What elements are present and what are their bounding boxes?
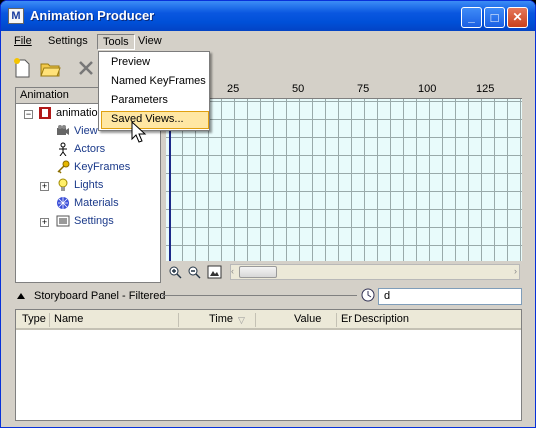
light-bulb-icon xyxy=(58,178,68,191)
settings-list-icon xyxy=(56,215,70,227)
app-window: M Animation Producer _ □ ✕ File Settings… xyxy=(0,0,536,428)
horizontal-scrollbar[interactable]: ‹ › xyxy=(230,264,520,280)
material-sphere-icon xyxy=(57,197,69,209)
sort-indicator-icon: ▽ xyxy=(238,315,245,325)
clock-icon[interactable] xyxy=(361,288,375,302)
menu-item-preview[interactable]: Preview xyxy=(101,54,209,72)
tree-node-label: View xyxy=(74,125,98,137)
column-header-description[interactable]: Description xyxy=(354,313,409,325)
window-title: Animation Producer xyxy=(30,8,155,23)
ruler-label: 125 xyxy=(476,83,495,95)
column-header-time[interactable]: Time xyxy=(209,313,233,325)
filter-input[interactable]: d xyxy=(378,288,522,305)
menu-file[interactable]: File xyxy=(9,34,37,50)
menu-item-label: Named KeyFrames xyxy=(111,75,206,87)
divider xyxy=(49,313,50,327)
column-header-er[interactable]: Er xyxy=(341,313,352,325)
tools-dropdown-menu: Preview Named KeyFrames Parameters Saved… xyxy=(98,51,210,131)
actor-icon xyxy=(59,142,67,156)
collapse-triangle-icon[interactable] xyxy=(16,292,26,300)
ruler-label: 75 xyxy=(357,83,370,95)
app-icon: M xyxy=(8,8,24,24)
tree-node-label: Materials xyxy=(74,197,119,209)
tree-node-label: Actors xyxy=(74,143,106,155)
menu-settings[interactable]: Settings xyxy=(43,34,93,50)
menu-settings-label: Settings xyxy=(48,35,88,47)
menu-tools[interactable]: Tools xyxy=(97,34,135,50)
menu-view[interactable]: View xyxy=(133,34,167,50)
menu-item-label: Parameters xyxy=(111,94,168,106)
tree-node-label: animation xyxy=(56,107,104,119)
zoom-out-icon[interactable] xyxy=(187,265,201,279)
menu-item-parameters[interactable]: Parameters xyxy=(101,92,209,110)
zoom-in-icon[interactable] xyxy=(168,265,182,279)
close-button[interactable]: ✕ xyxy=(507,7,528,28)
film-icon xyxy=(39,107,51,119)
camera-icon xyxy=(57,125,69,135)
column-header-value[interactable]: Value xyxy=(294,313,321,325)
delete-icon[interactable] xyxy=(75,57,97,79)
storyboard-table: Type Name Time ▽ Value Er Description xyxy=(15,309,522,421)
menu-file-label: File xyxy=(14,35,32,47)
ruler-label: 100 xyxy=(418,83,437,95)
timeline-grid[interactable] xyxy=(166,99,522,261)
open-folder-icon[interactable] xyxy=(39,57,61,79)
column-header-type[interactable]: Type xyxy=(22,313,46,325)
menu-item-label: Preview xyxy=(111,56,151,68)
expand-lights-toggle[interactable]: + xyxy=(40,182,49,191)
timeline-ruler: 25 50 75 100 125 xyxy=(166,83,522,99)
expand-settings-toggle[interactable]: + xyxy=(40,218,49,227)
table-header: Type Name Time ▽ Value Er Description xyxy=(16,310,521,330)
divider xyxy=(255,313,256,327)
toolbar xyxy=(5,53,531,83)
mouse-pointer-icon xyxy=(131,121,147,143)
maximize-button[interactable]: □ xyxy=(484,7,505,28)
timeline-controls: ‹ › xyxy=(166,262,522,282)
minimize-button[interactable]: _ xyxy=(461,7,482,28)
new-file-icon[interactable] xyxy=(11,57,33,79)
column-header-name[interactable]: Name xyxy=(54,313,83,325)
menu-item-saved-views[interactable]: Saved Views... xyxy=(101,111,209,129)
title-bar[interactable]: M Animation Producer _ □ ✕ xyxy=(1,1,535,31)
ruler-label: 50 xyxy=(292,83,305,95)
ruler-label: 25 xyxy=(227,83,240,95)
menu-bar: File Settings Tools View xyxy=(5,32,531,52)
divider xyxy=(178,313,179,327)
tree-node-label: KeyFrames xyxy=(74,161,131,173)
menu-item-label: Saved Views... xyxy=(111,113,184,125)
collapse-animation-toggle[interactable]: − xyxy=(24,110,33,119)
divider xyxy=(336,313,337,327)
menu-view-label: View xyxy=(138,35,162,47)
storyboard-label: Storyboard Panel - Filtered xyxy=(34,290,166,302)
scroll-thumb[interactable] xyxy=(239,266,277,278)
key-icon xyxy=(57,160,70,174)
scroll-right-arrow-icon[interactable]: › xyxy=(514,266,517,276)
tree-node-label: Lights xyxy=(74,179,104,191)
fit-view-icon[interactable] xyxy=(207,265,222,279)
tree-node-label: Settings xyxy=(74,215,114,227)
menu-item-named-keyframes[interactable]: Named KeyFrames xyxy=(101,73,209,91)
scroll-left-arrow-icon[interactable]: ‹ xyxy=(231,266,234,276)
divider xyxy=(162,295,357,296)
menu-tools-label: Tools xyxy=(103,36,129,48)
storyboard-bar: Storyboard Panel - Filtered d xyxy=(16,287,522,305)
